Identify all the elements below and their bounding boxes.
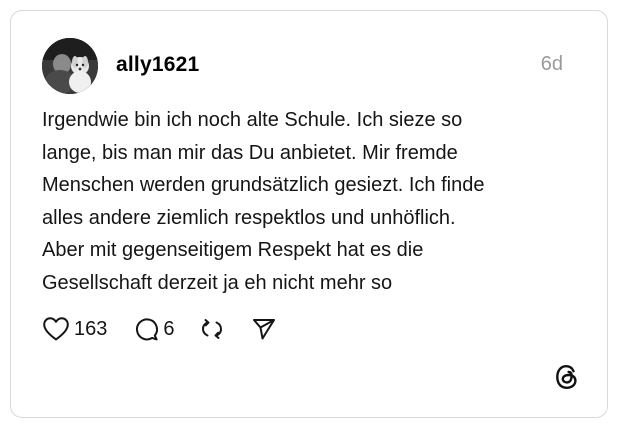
- like-button[interactable]: 163: [42, 316, 107, 342]
- heart-icon: [42, 316, 70, 342]
- post-text-line: Irgendwie bin ich noch alte Schule. Ich …: [42, 109, 463, 131]
- post-text-line: Menschen werden grundsätzlich gesiezt. I…: [42, 174, 485, 196]
- post-text-line: alles andere ziemlich respektlos und unh…: [42, 206, 456, 229]
- username[interactable]: ally1621: [116, 53, 199, 77]
- post-header: ally1621 6d: [42, 38, 563, 94]
- send-icon: [251, 316, 277, 342]
- post-timestamp: 6d: [540, 53, 563, 75]
- avatar[interactable]: [42, 38, 98, 94]
- post-text-line: Gesellschaft derzeit ja eh nicht mehr so: [42, 271, 393, 294]
- share-button[interactable]: [251, 316, 277, 342]
- threads-logo-icon[interactable]: [552, 362, 582, 392]
- post-actions: 163 6: [42, 313, 277, 345]
- repost-icon: [199, 316, 225, 342]
- reply-count: 6: [163, 317, 175, 340]
- avatar-photo: [42, 38, 98, 94]
- post-card: ally1621 6d Irgendwie bin ich noch alte …: [10, 10, 608, 418]
- like-count: 163: [74, 317, 108, 340]
- post-text-line: Aber mit gegenseitigem Respekt hat es di…: [42, 239, 424, 261]
- reply-button[interactable]: 6: [133, 316, 175, 342]
- post-text: Irgendwie bin ich noch alte Schule. Ich …: [42, 104, 582, 299]
- repost-button[interactable]: [199, 316, 225, 342]
- post-text-line: lange, bis man mir das Du anbietet. Mir …: [42, 141, 458, 164]
- speech-bubble-icon: [133, 316, 159, 342]
